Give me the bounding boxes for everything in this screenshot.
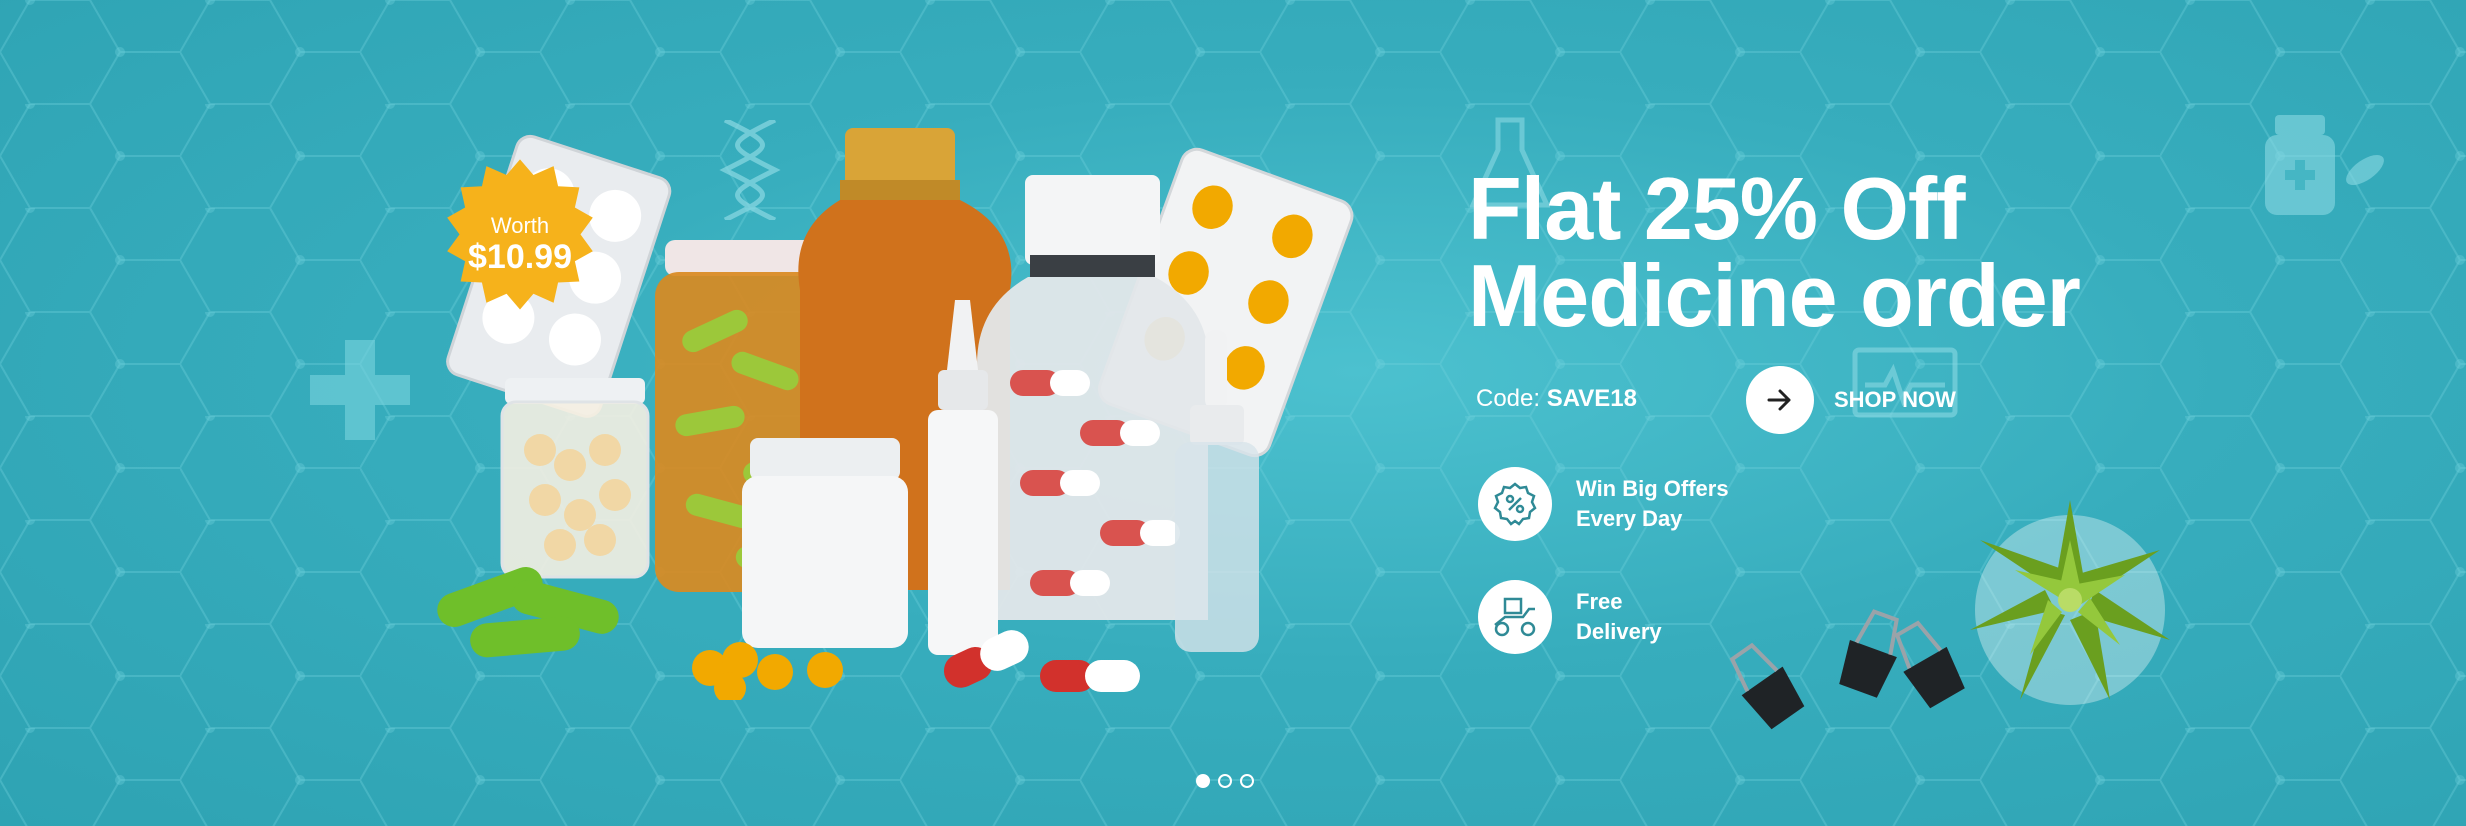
feature-offers: Win Big Offers Every Day (1478, 467, 1729, 541)
binder-clip-image (1729, 642, 1805, 730)
promo-code-label: Code: (1476, 385, 1541, 412)
promo-headline: Flat 25% Off Medicine order (1468, 159, 2081, 345)
shop-now-button[interactable]: SHOP NOW (1746, 366, 1956, 434)
worth-badge-price: $10.99 (468, 238, 572, 276)
shop-now-arrow-button[interactable] (1746, 366, 1814, 434)
shop-now-label[interactable]: SHOP NOW (1834, 387, 1956, 413)
binder-clip-image (1839, 609, 1965, 709)
feature-delivery-icon-circle (1478, 580, 1552, 654)
hero-banner: Worth $10.99 Flat 25% Off Medicine order… (0, 0, 2466, 826)
succulent-plant-image (1970, 500, 2170, 705)
feature-offers-icon-circle (1478, 467, 1552, 541)
feature-delivery: Free Delivery (1478, 580, 1662, 654)
headline-line-2: Medicine order (1468, 246, 2081, 345)
promo-code-value: SAVE18 (1546, 385, 1637, 412)
promo-code: Code: SAVE18 (1476, 385, 1637, 413)
feature-delivery-text: Free Delivery (1576, 589, 1662, 644)
carousel-dot-2[interactable] (1218, 774, 1232, 788)
carousel-dot-3[interactable] (1240, 774, 1254, 788)
delivery-scooter-icon (1494, 597, 1536, 637)
worth-badge-label: Worth (490, 213, 550, 238)
carousel-dot-1[interactable] (1196, 774, 1210, 788)
medicine-products-illustration (437, 128, 1354, 700)
headline-line-1: Flat 25% Off (1468, 159, 1966, 258)
arrow-right-icon (1767, 389, 1791, 411)
medical-cross-icon (310, 340, 410, 440)
feature-offers-text: Win Big Offers Every Day (1576, 476, 1729, 531)
medicine-bottle-icon (2265, 115, 2384, 215)
percent-badge-icon (1493, 482, 1537, 526)
carousel-pagination (1196, 774, 1254, 788)
